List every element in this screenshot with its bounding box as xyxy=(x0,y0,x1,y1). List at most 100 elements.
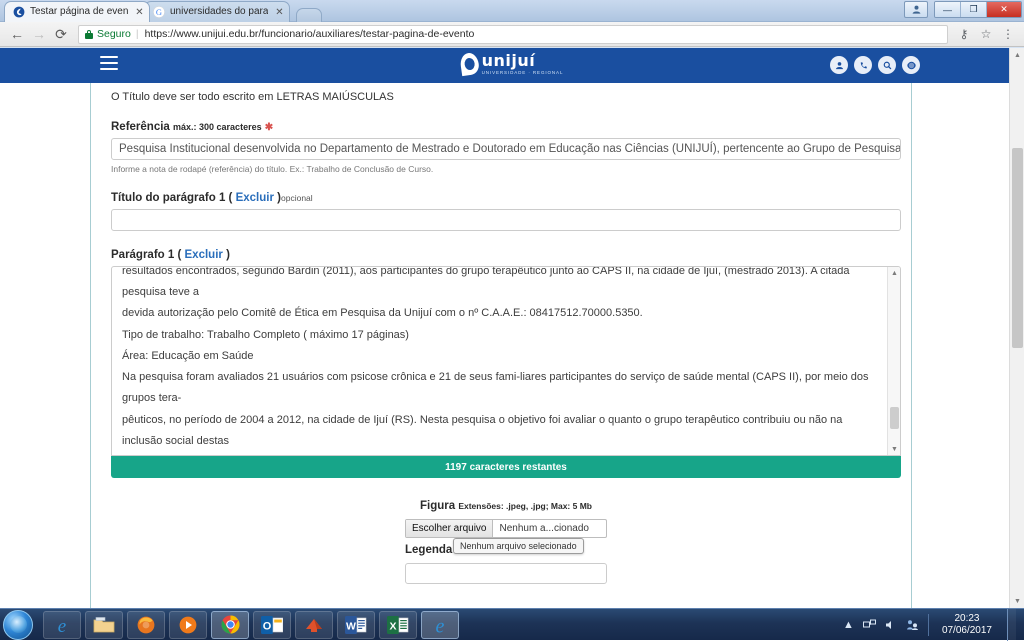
tab-close-icon[interactable]: ✕ xyxy=(134,7,145,18)
figura-file-status: Nenhum a...cionado xyxy=(493,523,589,534)
svg-text:G: G xyxy=(156,7,162,17)
taskbar-item-excel[interactable]: X xyxy=(379,611,417,639)
browser-toolbar: ← → ⟳ Seguro | https://www.unijui.edu.br… xyxy=(0,22,1024,47)
paragrafo-line: resultados encontrados, segundo Bardin (… xyxy=(122,266,870,303)
titulo-paragrafo-label-prefix: Título do parágrafo 1 ( xyxy=(111,192,232,204)
window-close-button[interactable]: ✕ xyxy=(987,2,1021,17)
paragrafo-label: Parágrafo 1 ( Excluir ) xyxy=(111,249,901,261)
hamburger-icon[interactable] xyxy=(100,56,118,70)
address-bar-url: https://www.unijui.edu.br/funcionario/au… xyxy=(145,28,475,40)
window-help-button[interactable] xyxy=(904,1,928,18)
omnibox-separator: | xyxy=(136,28,139,40)
taskbar-item-outlook[interactable]: O xyxy=(253,611,291,639)
site-logo[interactable]: unijuí UNIVERSIDADE · REGIONAL xyxy=(461,53,564,76)
paragrafo-line: pessoas com sofrimento psíquico crônico … xyxy=(122,452,870,456)
unijui-logo-mark xyxy=(459,52,480,76)
figura-file-input[interactable]: Escolher arquivo Nenhum a...cionado xyxy=(405,519,607,538)
browser-window: Testar página de evento ✕ G universidade… xyxy=(0,0,1024,608)
action-center-icon[interactable] xyxy=(906,619,919,631)
taskbar-items: e O W X xyxy=(43,611,459,639)
taskbar-item-explorer[interactable] xyxy=(85,611,123,639)
titulo-paragrafo-label: Título do parágrafo 1 ( Excluir )opciona… xyxy=(111,192,901,204)
new-tab-button[interactable] xyxy=(296,8,322,22)
page-scrollbar[interactable]: ▲ ▼ xyxy=(1009,48,1024,608)
paragrafo-textarea[interactable]: resultados encontrados, segundo Bardin (… xyxy=(111,266,901,456)
titulo-paragrafo-optional: opcional xyxy=(281,193,313,203)
site-header: unijuí UNIVERSIDADE · REGIONAL xyxy=(0,48,1024,83)
system-tray: ▲ 20:23 07/06/2017 xyxy=(843,609,1024,641)
clock-time: 20:23 xyxy=(942,613,992,625)
tab-title: universidades do paraná xyxy=(170,5,268,19)
taskbar-item-word[interactable]: W xyxy=(337,611,375,639)
paragrafo-line: pêuticos, no período de 2004 a 2012, na … xyxy=(122,410,870,452)
forward-button: → xyxy=(28,23,50,45)
taskbar-item-media-player[interactable] xyxy=(169,611,207,639)
brand-name: unijuí xyxy=(482,53,564,69)
tab-strip: Testar página de evento ✕ G universidade… xyxy=(4,0,322,22)
svg-text:e: e xyxy=(58,616,66,636)
language-icon[interactable] xyxy=(902,56,920,74)
paragrafo-line: Tipo de trabalho: Trabalho Completo ( má… xyxy=(122,325,870,346)
search-icon[interactable] xyxy=(878,56,896,74)
excluir-titulo-link[interactable]: Excluir xyxy=(236,192,274,204)
referencia-input[interactable]: Pesquisa Institucional desenvolvida no D… xyxy=(111,138,901,160)
back-button[interactable]: ← xyxy=(6,23,28,45)
title-uppercase-hint: O Título deve ser todo escrito em LETRAS… xyxy=(111,83,901,103)
legenda-input[interactable] xyxy=(405,563,607,584)
taskbar-item-winrar[interactable] xyxy=(295,611,333,639)
tray-chevron-icon[interactable]: ▲ xyxy=(843,619,854,631)
page-scroll-down-icon[interactable]: ▼ xyxy=(1010,594,1024,608)
google-favicon: G xyxy=(153,6,165,18)
tab-close-icon[interactable]: ✕ xyxy=(274,7,285,18)
textarea-scrollbar[interactable]: ▲ ▼ xyxy=(887,267,900,455)
volume-icon[interactable] xyxy=(885,619,897,631)
brand-subtitle: UNIVERSIDADE · REGIONAL xyxy=(482,71,564,76)
textarea-scroll-thumb[interactable] xyxy=(890,407,899,429)
browser-tab-0[interactable]: Testar página de evento ✕ xyxy=(4,1,150,22)
taskbar-item-firefox[interactable] xyxy=(127,611,165,639)
referencia-label-text: Referência xyxy=(111,121,170,133)
paragrafo-line: Na pesquisa foram avaliados 21 usuários … xyxy=(122,367,870,409)
excluir-paragrafo-link[interactable]: Excluir xyxy=(185,249,223,261)
reload-button[interactable]: ⟳ xyxy=(50,23,72,45)
paragrafo-line: devida autorização pelo Comitê de Ética … xyxy=(122,303,870,324)
extension-icon[interactable]: ⚷ xyxy=(954,24,974,44)
textarea-scroll-down-icon[interactable]: ▼ xyxy=(888,443,901,455)
window-maximize-button[interactable]: ❐ xyxy=(961,2,987,17)
taskbar-item-ie[interactable]: e xyxy=(43,611,81,639)
svg-text:e: e xyxy=(436,615,445,636)
paragrafo-label-prefix: Parágrafo 1 ( xyxy=(111,249,181,261)
referencia-sublabel: máx.: 300 caracteres xyxy=(173,122,262,132)
windows-logo-icon xyxy=(10,616,27,633)
figura-sublabel: Extensões: .jpeg, .jpg; Max: 5 Mb xyxy=(458,501,592,511)
window-minimize-button[interactable]: — xyxy=(935,2,961,17)
taskbar-item-chrome[interactable] xyxy=(211,611,249,639)
start-button[interactable] xyxy=(3,610,33,640)
bookmark-star-icon[interactable]: ☆ xyxy=(976,24,996,44)
svg-text:X: X xyxy=(389,620,396,632)
window-controls: — ❐ ✕ xyxy=(904,1,1022,18)
taskbar-clock[interactable]: 20:23 07/06/2017 xyxy=(942,613,992,637)
chrome-menu-icon[interactable]: ⋮ xyxy=(998,24,1018,44)
svg-text:O: O xyxy=(263,620,272,632)
windows-taskbar: e O W X xyxy=(0,608,1024,640)
legenda-row: Legenda d Nenhum arquivo selecionado xyxy=(405,540,607,558)
browser-tab-1[interactable]: G universidades do paraná ✕ xyxy=(144,1,290,22)
paragrafo-label-suffix: ) xyxy=(226,249,230,261)
address-bar[interactable]: Seguro | https://www.unijui.edu.br/funci… xyxy=(78,25,948,44)
textarea-scroll-up-icon[interactable]: ▲ xyxy=(888,267,901,279)
phone-icon[interactable] xyxy=(854,56,872,74)
lock-icon xyxy=(85,30,93,39)
show-desktop-button[interactable] xyxy=(1007,609,1016,641)
figura-label: Figura Extensões: .jpeg, .jpg; Max: 5 Mb xyxy=(111,500,901,512)
page-viewport: unijuí UNIVERSIDADE · REGIONAL xyxy=(0,48,1024,608)
required-asterisk: ✱ xyxy=(265,122,273,133)
taskbar-item-edge[interactable]: e xyxy=(421,611,459,639)
user-icon[interactable] xyxy=(830,56,848,74)
page-scroll-thumb[interactable] xyxy=(1012,148,1023,348)
clock-date: 07/06/2017 xyxy=(942,625,992,637)
network-icon[interactable] xyxy=(863,619,876,631)
page-scroll-up-icon[interactable]: ▲ xyxy=(1010,48,1024,62)
titulo-paragrafo-input[interactable] xyxy=(111,209,901,231)
escolher-arquivo-button[interactable]: Escolher arquivo xyxy=(406,520,493,537)
